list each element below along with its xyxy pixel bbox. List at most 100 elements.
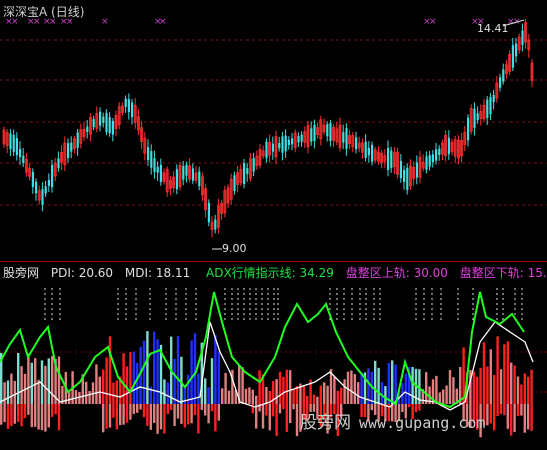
candle-body xyxy=(447,137,450,155)
candle-body xyxy=(246,168,249,174)
candle-body xyxy=(511,45,514,68)
histogram-bar-neg xyxy=(530,404,533,431)
histogram-bar-neg xyxy=(275,404,278,436)
histogram-bar xyxy=(13,380,16,404)
candle-body xyxy=(156,166,159,173)
histogram-bar xyxy=(57,356,61,404)
candle-body xyxy=(300,134,303,142)
histogram-bar xyxy=(166,382,169,404)
histogram-bar xyxy=(146,331,149,404)
candle-body xyxy=(291,138,294,145)
histogram-bar-neg xyxy=(214,404,217,432)
histogram-bar-neg xyxy=(105,404,108,429)
histogram-bar xyxy=(513,365,516,404)
price-chart-panel[interactable]: ××××××××××××××××× 14.41 9.00 深深宝A (日线) xyxy=(0,0,547,262)
histogram-bar-neg xyxy=(268,404,271,431)
histogram-bar-neg xyxy=(513,404,516,432)
histogram-bar xyxy=(445,385,448,404)
histogram-bar-neg xyxy=(30,404,33,428)
lower-rail-value: 盘整区下轨: 15.00 xyxy=(459,266,547,280)
histogram-bar-neg xyxy=(149,404,152,430)
histogram-bar xyxy=(85,381,88,404)
candle-body xyxy=(428,155,431,167)
histogram-bar-neg xyxy=(190,404,193,424)
candle-body xyxy=(111,121,114,135)
histogram-bar xyxy=(210,358,214,404)
candle-body xyxy=(271,143,274,152)
candle-body xyxy=(131,102,134,118)
histogram-bar xyxy=(265,386,268,404)
histogram-bar xyxy=(190,340,193,404)
adx-value: ADX行情指示线: 34.29 xyxy=(206,266,334,280)
histogram-bar-neg xyxy=(0,404,3,425)
histogram-bar xyxy=(248,387,251,404)
histogram-bar xyxy=(387,363,390,404)
histogram-bar-neg xyxy=(499,404,503,415)
histogram-bar xyxy=(74,390,78,404)
candle-body xyxy=(467,117,470,141)
histogram-bar-neg xyxy=(6,404,10,429)
histogram-bar xyxy=(340,387,343,404)
histogram-bar xyxy=(353,374,356,404)
histogram-bar xyxy=(448,370,452,404)
histogram-bar xyxy=(193,333,197,404)
candle-body xyxy=(473,108,476,128)
histogram-bar-neg xyxy=(122,404,125,425)
histogram-bar xyxy=(411,367,414,404)
histogram-bar xyxy=(102,369,105,404)
histogram-bar xyxy=(30,362,33,404)
histogram-bar xyxy=(289,370,292,404)
histogram-bar xyxy=(302,386,305,404)
histogram-bar xyxy=(282,376,285,404)
histogram-bar xyxy=(472,371,475,404)
histogram-bar xyxy=(442,389,445,404)
candle-body xyxy=(406,167,409,190)
histogram-bar-neg xyxy=(493,404,496,431)
histogram-bar-neg xyxy=(132,404,135,415)
histogram-bar-neg xyxy=(10,404,13,427)
histogram-bar xyxy=(476,376,479,404)
histogram-bar xyxy=(156,339,159,404)
histogram-bar-neg xyxy=(282,404,285,410)
candle-body xyxy=(70,142,73,152)
histogram-bar-neg xyxy=(108,404,112,428)
histogram-bar xyxy=(503,344,506,404)
histogram-bar xyxy=(173,358,176,404)
histogram-bar xyxy=(122,353,125,404)
candle-body xyxy=(399,161,402,179)
candle-body xyxy=(278,142,281,149)
pdi-value: PDI: 20.60 xyxy=(50,266,114,280)
histogram-bar xyxy=(384,386,387,404)
histogram-bar-neg xyxy=(17,404,20,422)
histogram-bar-neg xyxy=(289,404,292,424)
candle-body xyxy=(67,143,70,159)
histogram-bar xyxy=(207,387,210,404)
indicator-name: 股旁网 xyxy=(3,266,40,280)
histogram-bar xyxy=(435,375,438,404)
candle-body xyxy=(387,147,390,170)
histogram-bar xyxy=(227,390,231,404)
histogram-bar-neg xyxy=(54,404,57,415)
candle-body xyxy=(102,116,105,123)
watermark-site: www.gupang.com xyxy=(359,414,486,432)
histogram-bar xyxy=(333,376,336,404)
candle-body xyxy=(243,163,246,185)
histogram-bar-neg xyxy=(516,404,520,416)
histogram-bar xyxy=(44,365,47,404)
histogram-bar-neg xyxy=(170,404,173,411)
histogram-bar xyxy=(404,373,407,404)
histogram-bar-neg xyxy=(142,404,146,418)
candle-body xyxy=(326,124,329,137)
candle-body xyxy=(19,148,22,158)
histogram-bar xyxy=(391,360,394,404)
candle-body xyxy=(476,113,479,121)
histogram-bar xyxy=(224,372,227,404)
candle-body xyxy=(403,170,406,182)
candle-body xyxy=(57,158,60,169)
histogram-bar xyxy=(176,336,180,404)
histogram-bar-neg xyxy=(193,404,197,415)
candle-body xyxy=(207,202,210,223)
histogram-bar-neg xyxy=(523,404,526,433)
histogram-bar-neg xyxy=(3,404,6,423)
candle-body xyxy=(86,126,89,133)
